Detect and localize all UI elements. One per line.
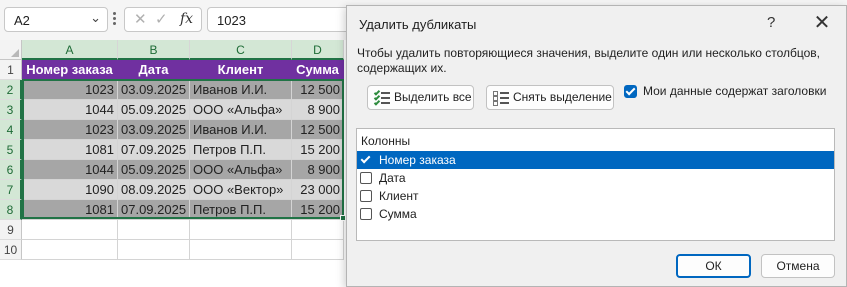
- formula-input[interactable]: 1023: [207, 7, 357, 32]
- row-header-1[interactable]: 1: [0, 60, 22, 80]
- dialog-title: Удалить дубликаты: [359, 17, 477, 32]
- deselect-all-button[interactable]: Снять выделение: [486, 85, 614, 110]
- table-cell[interactable]: 15 200: [292, 140, 344, 160]
- row-header-8[interactable]: 8: [0, 200, 22, 220]
- table-cell[interactable]: 03.09.2025: [118, 80, 190, 100]
- formula-bar-grip[interactable]: [113, 12, 117, 28]
- table-cell[interactable]: 1081: [22, 200, 118, 220]
- row-header-9[interactable]: 9: [0, 220, 22, 240]
- headers-checkbox[interactable]: [624, 85, 637, 98]
- name-box-value: A2: [14, 13, 30, 28]
- table-cell[interactable]: ООО «Вектор»: [190, 180, 292, 200]
- table-cell[interactable]: 05.09.2025: [118, 160, 190, 180]
- table-cell[interactable]: Петров П.П.: [190, 140, 292, 160]
- columns-list: Колонны Номер заказа Дата Клиент Сумма: [356, 128, 835, 241]
- row-header-4[interactable]: 4: [0, 120, 22, 140]
- empty-cell[interactable]: [292, 220, 344, 240]
- table-cell[interactable]: 1081: [22, 140, 118, 160]
- column-checkbox[interactable]: [360, 154, 372, 166]
- table-cell[interactable]: Иванов И.И.: [190, 120, 292, 140]
- table-cell[interactable]: 03.09.2025: [118, 120, 190, 140]
- table-cell[interactable]: ООО «Альфа»: [190, 160, 292, 180]
- column-label: Дата: [379, 171, 406, 185]
- column-label: Сумма: [379, 207, 417, 221]
- table-cell[interactable]: 12 500: [292, 120, 344, 140]
- table-cell[interactable]: 1044: [22, 100, 118, 120]
- table-cell[interactable]: 8 900: [292, 100, 344, 120]
- select-all-corner[interactable]: [0, 40, 22, 60]
- columns-list-header: Колонны: [361, 134, 411, 148]
- row-header-7[interactable]: 7: [0, 180, 22, 200]
- chevron-down-icon[interactable]: ⌄: [90, 10, 101, 26]
- row-header-5[interactable]: 5: [0, 140, 22, 160]
- help-icon[interactable]: ?: [767, 14, 775, 31]
- table-cell[interactable]: 08.09.2025: [118, 180, 190, 200]
- select-all-button[interactable]: Выделить все: [367, 85, 474, 110]
- name-box[interactable]: A2 ⌄: [4, 7, 108, 32]
- empty-cell[interactable]: [118, 240, 190, 260]
- column-item[interactable]: Дата: [357, 169, 834, 187]
- cancel-icon[interactable]: ✕: [134, 10, 147, 28]
- column-item[interactable]: Клиент: [357, 187, 834, 205]
- header-cell[interactable]: Номер заказа: [22, 60, 118, 80]
- table-cell[interactable]: Иванов И.И.: [190, 80, 292, 100]
- table-cell[interactable]: 15 200: [292, 200, 344, 220]
- table-cell[interactable]: 1023: [22, 120, 118, 140]
- column-checkbox[interactable]: [360, 172, 372, 184]
- empty-cell[interactable]: [118, 220, 190, 240]
- table-cell[interactable]: ООО «Альфа»: [190, 100, 292, 120]
- deselect-all-label: Снять выделение: [513, 90, 612, 104]
- table-cell[interactable]: 07.09.2025: [118, 140, 190, 160]
- table-cell[interactable]: 23 000: [292, 180, 344, 200]
- fx-icon[interactable]: fx: [180, 11, 193, 27]
- enter-icon[interactable]: ✓: [155, 10, 168, 28]
- empty-cell[interactable]: [190, 220, 292, 240]
- column-label: Номер заказа: [379, 153, 456, 167]
- table-cell[interactable]: 1044: [22, 160, 118, 180]
- column-checkbox[interactable]: [360, 208, 372, 220]
- remove-duplicates-dialog: Удалить дубликаты ? ✕ Чтобы удалить повт…: [346, 5, 847, 287]
- deselect-all-icon: [493, 90, 509, 106]
- formula-bar-buttons: ✕ ✓ fx: [124, 7, 202, 32]
- ok-button[interactable]: ОК: [676, 254, 751, 278]
- row-header-3[interactable]: 3: [0, 100, 22, 120]
- header-cell[interactable]: Сумма: [292, 60, 344, 80]
- formula-value: 1023: [217, 13, 246, 28]
- header-cell[interactable]: Дата: [118, 60, 190, 80]
- cancel-button[interactable]: Отмена: [761, 254, 835, 278]
- table-cell[interactable]: 12 500: [292, 80, 344, 100]
- headers-checkbox-label[interactable]: Мои данные содержат заголовки: [643, 84, 826, 98]
- column-item[interactable]: Номер заказа: [357, 151, 834, 169]
- table-cell[interactable]: 07.09.2025: [118, 200, 190, 220]
- column-checkbox[interactable]: [360, 190, 372, 202]
- table-cell[interactable]: 1023: [22, 80, 118, 100]
- column-header-c[interactable]: C: [190, 40, 292, 60]
- empty-cell[interactable]: [22, 240, 118, 260]
- row-header-6[interactable]: 6: [0, 160, 22, 180]
- column-item[interactable]: Сумма: [357, 205, 834, 223]
- spreadsheet-grid: A B C D 1 2 3 4 5 6 7 8 9 10 Номер заказа Дата Клиент Сум…: [0, 40, 350, 287]
- empty-cell[interactable]: [190, 240, 292, 260]
- select-all-icon: [373, 89, 390, 106]
- select-all-label: Выделить все: [394, 90, 472, 104]
- empty-cell[interactable]: [22, 220, 118, 240]
- empty-cell[interactable]: [292, 240, 344, 260]
- column-header-d[interactable]: D: [292, 40, 344, 60]
- dialog-instruction: Чтобы удалить повторяющиеся значения, вы…: [357, 46, 821, 75]
- column-header-a[interactable]: A: [22, 40, 118, 60]
- column-label: Клиент: [379, 189, 419, 203]
- close-icon[interactable]: ✕: [807, 10, 837, 36]
- row-header-10[interactable]: 10: [0, 240, 22, 260]
- table-cell[interactable]: 1090: [22, 180, 118, 200]
- row-header-2[interactable]: 2: [0, 80, 22, 100]
- header-cell[interactable]: Клиент: [190, 60, 292, 80]
- table-cell[interactable]: 8 900: [292, 160, 344, 180]
- column-header-b[interactable]: B: [118, 40, 190, 60]
- table-cell[interactable]: 05.09.2025: [118, 100, 190, 120]
- table-cell[interactable]: Петров П.П.: [190, 200, 292, 220]
